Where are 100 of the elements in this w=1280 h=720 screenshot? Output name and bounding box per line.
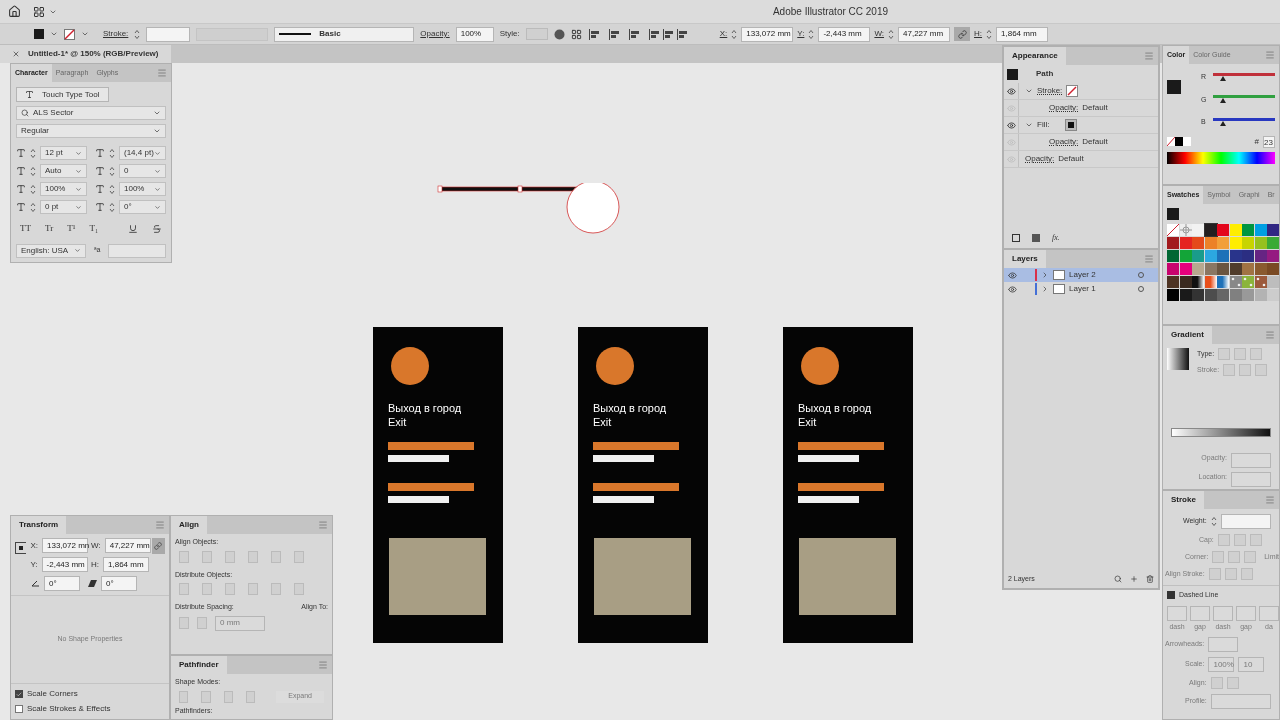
- color-swatch[interactable]: [1242, 263, 1255, 275]
- reference-point-icon[interactable]: [15, 542, 27, 554]
- icon-button[interactable]: [1249, 534, 1262, 546]
- type-setting-field[interactable]: Auto: [40, 164, 87, 178]
- font-style-dropdown[interactable]: Regular: [16, 124, 166, 138]
- document-tab[interactable]: Untitled-1* @ 150% (RGB/Preview): [0, 45, 171, 63]
- color-swatch[interactable]: [1254, 237, 1267, 249]
- color-swatch[interactable]: [1267, 250, 1280, 262]
- language-dropdown[interactable]: English: USA: [16, 243, 86, 258]
- icon-button[interactable]: [1212, 551, 1225, 563]
- spacing-button[interactable]: [179, 617, 189, 629]
- color-swatch[interactable]: [1242, 224, 1255, 236]
- opacity-field[interactable]: 100%: [455, 26, 494, 42]
- color-swatch[interactable]: [1267, 276, 1280, 288]
- gradient-ramp[interactable]: [1171, 428, 1271, 437]
- color-swatch[interactable]: [1242, 237, 1255, 249]
- channel-slider[interactable]: [1213, 95, 1275, 105]
- fill-swatch-icon[interactable]: [1065, 119, 1078, 131]
- type-setting-field[interactable]: 100%: [40, 182, 87, 196]
- color-swatch[interactable]: [1179, 263, 1192, 275]
- type-setting-field[interactable]: (14,4 pt): [119, 146, 166, 160]
- panel-menu-icon[interactable]: [1265, 495, 1275, 505]
- touch-type-tool-button[interactable]: Touch Type Tool: [16, 87, 109, 102]
- constrain-link-button[interactable]: [954, 27, 971, 41]
- color-swatch[interactable]: [1217, 237, 1230, 249]
- color-swatch[interactable]: [1254, 289, 1267, 301]
- color-spectrum[interactable]: [1167, 151, 1275, 164]
- color-swatch[interactable]: [1254, 250, 1267, 262]
- profile-dropdown[interactable]: [1210, 694, 1271, 709]
- panel-menu-icon[interactable]: [155, 520, 165, 530]
- channel-slider[interactable]: [1213, 117, 1275, 127]
- slider-thumb[interactable]: [1220, 98, 1227, 104]
- distribute-button[interactable]: [294, 583, 304, 595]
- registration-swatch[interactable]: [1179, 224, 1192, 236]
- spinner-icon[interactable]: [30, 147, 36, 159]
- no-swatch[interactable]: [1167, 224, 1179, 236]
- color-swatch[interactable]: [1217, 250, 1230, 262]
- coordinate-field[interactable]: 47,227 mm: [898, 26, 951, 42]
- spinner-icon[interactable]: [808, 28, 815, 40]
- option-checkbox[interactable]: [15, 690, 23, 698]
- new-layer-icon[interactable]: [1130, 574, 1138, 583]
- color-swatch[interactable]: [1267, 237, 1280, 249]
- layer-row[interactable]: Layer 2: [1004, 268, 1158, 282]
- panel-menu-icon[interactable]: [157, 68, 167, 78]
- icon-button[interactable]: [1233, 534, 1246, 546]
- color-swatch[interactable]: [1167, 250, 1179, 262]
- color-swatch[interactable]: [1267, 289, 1280, 301]
- fill-stroke-swatch[interactable]: [1167, 80, 1181, 94]
- pattern-swatch[interactable]: [1254, 276, 1267, 288]
- shape-mode-button[interactable]: [223, 690, 233, 703]
- radial-gradient-button[interactable]: [1234, 348, 1247, 360]
- shape-mode-button[interactable]: [179, 690, 189, 703]
- transform-field[interactable]: -2,443 mm: [41, 557, 88, 572]
- icon-button[interactable]: [1255, 364, 1268, 376]
- opacity-field[interactable]: [1231, 453, 1271, 468]
- no-stroke-swatch-icon[interactable]: [64, 28, 75, 40]
- gradient-swatch[interactable]: [1204, 276, 1217, 288]
- align-button[interactable]: [271, 550, 281, 563]
- distribute-button[interactable]: [248, 583, 258, 595]
- color-swatch[interactable]: [1167, 289, 1179, 301]
- icon-button[interactable]: [1226, 677, 1239, 689]
- spinner-icon[interactable]: [30, 165, 36, 177]
- color-swatch[interactable]: [1229, 250, 1242, 262]
- panel-menu-icon[interactable]: [1144, 254, 1154, 264]
- color-swatch[interactable]: [1179, 250, 1192, 262]
- color-swatch[interactable]: [1254, 224, 1267, 236]
- shape-mode-button[interactable]: [245, 690, 256, 703]
- color-swatch[interactable]: [1229, 224, 1242, 236]
- color-swatch[interactable]: [1267, 263, 1280, 275]
- underline-icon[interactable]: [128, 223, 138, 234]
- color-swatch[interactable]: [1254, 263, 1267, 275]
- default-colors-icon[interactable]: [1167, 137, 1191, 146]
- color-swatch[interactable]: [1192, 289, 1205, 301]
- freeform-gradient-button[interactable]: [1250, 348, 1263, 360]
- distribute-button[interactable]: [225, 583, 235, 595]
- option-checkbox[interactable]: [15, 705, 23, 713]
- type-style-button[interactable]: Tr: [45, 222, 54, 236]
- color-swatch[interactable]: [1204, 224, 1217, 236]
- color-swatch[interactable]: [1267, 224, 1280, 236]
- spinner-icon[interactable]: [888, 28, 895, 40]
- dash-field[interactable]: [1213, 605, 1233, 621]
- icon-button[interactable]: [1224, 568, 1237, 580]
- panel-menu-icon[interactable]: [318, 660, 328, 670]
- icon-button[interactable]: [1210, 677, 1223, 689]
- color-swatch[interactable]: [1242, 250, 1255, 262]
- distribute-button[interactable]: [179, 583, 189, 595]
- location-field[interactable]: [1231, 472, 1271, 487]
- align-button[interactable]: [225, 550, 235, 563]
- color-swatch[interactable]: [1167, 263, 1179, 275]
- dash-field[interactable]: [1190, 605, 1210, 621]
- gradient-swatch[interactable]: [1217, 276, 1230, 288]
- style-dropdown[interactable]: [525, 28, 548, 40]
- visibility-eye-icon[interactable]: [1006, 120, 1016, 130]
- pattern-swatch[interactable]: [1242, 276, 1255, 288]
- color-swatch[interactable]: [1192, 263, 1205, 275]
- transform-field[interactable]: 47,227 mm: [104, 538, 151, 553]
- spinner-icon[interactable]: [30, 183, 36, 195]
- color-swatch[interactable]: [1192, 250, 1205, 262]
- coordinate-field[interactable]: -2,443 mm: [818, 26, 871, 42]
- type-setting-field[interactable]: 0: [119, 164, 166, 178]
